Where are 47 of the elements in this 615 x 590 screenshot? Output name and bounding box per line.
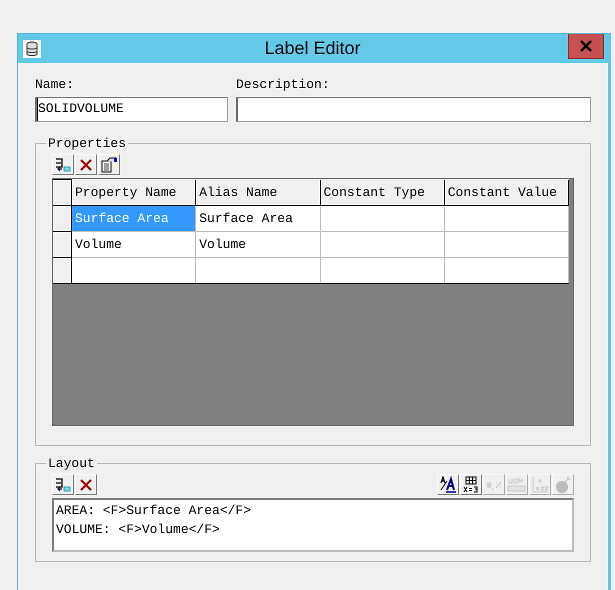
table-cell[interactable] — [444, 232, 568, 258]
table-cell[interactable] — [320, 232, 444, 258]
table-cell[interactable] — [444, 206, 568, 232]
column-header[interactable]: Constant Type — [320, 180, 444, 206]
column-header[interactable]: Alias Name — [196, 180, 320, 206]
name-field[interactable]: SOLIDVOLUME — [35, 97, 228, 122]
delete-button[interactable] — [75, 474, 97, 495]
units-icon — [507, 476, 527, 494]
add-button[interactable] — [52, 474, 74, 495]
table-cell[interactable] — [72, 258, 196, 284]
table-cell[interactable] — [444, 258, 568, 284]
table-formula-icon — [462, 476, 480, 494]
description-field[interactable] — [236, 97, 591, 122]
table-cell[interactable] — [320, 258, 444, 284]
row-header[interactable] — [53, 258, 72, 284]
table-cell[interactable]: Volume — [196, 232, 320, 258]
font-style-icon — [439, 476, 457, 494]
group-title: Properties — [47, 136, 128, 151]
window-title: Label Editor — [264, 38, 361, 59]
table-cell[interactable]: Volume — [72, 232, 196, 258]
delete-icon — [79, 158, 93, 172]
row-header[interactable] — [53, 232, 72, 258]
delete-button[interactable] — [75, 154, 97, 175]
font-button[interactable] — [437, 474, 459, 495]
description-label: Description: — [236, 77, 331, 93]
group-title: Layout — [47, 456, 96, 471]
row-header[interactable] — [53, 206, 72, 232]
row-header-corner — [53, 180, 72, 206]
layout-text-field[interactable]: AREA: <F>Surface Area</F> VOLUME: <F>Volume</F> — [52, 498, 574, 552]
column-header[interactable]: Constant Value — [444, 180, 568, 206]
table-button[interactable] — [460, 474, 482, 495]
close-button[interactable] — [568, 34, 604, 59]
properties-button[interactable] — [98, 154, 120, 175]
table-cell[interactable] — [320, 206, 444, 232]
name-label: Name: — [35, 77, 76, 93]
table-cell[interactable] — [196, 258, 320, 284]
column-header[interactable]: Property Name — [72, 180, 196, 206]
app-icon — [23, 40, 41, 58]
properties-icon — [100, 156, 118, 172]
bomb-icon — [554, 476, 572, 494]
insert-row-icon — [54, 476, 72, 492]
table-cell[interactable]: Surface Area — [196, 206, 320, 232]
add-button[interactable] — [52, 154, 74, 175]
coordinates-icon — [531, 476, 549, 494]
insert-row-icon — [54, 156, 72, 172]
close-icon — [579, 40, 593, 52]
delete-icon — [79, 478, 93, 492]
